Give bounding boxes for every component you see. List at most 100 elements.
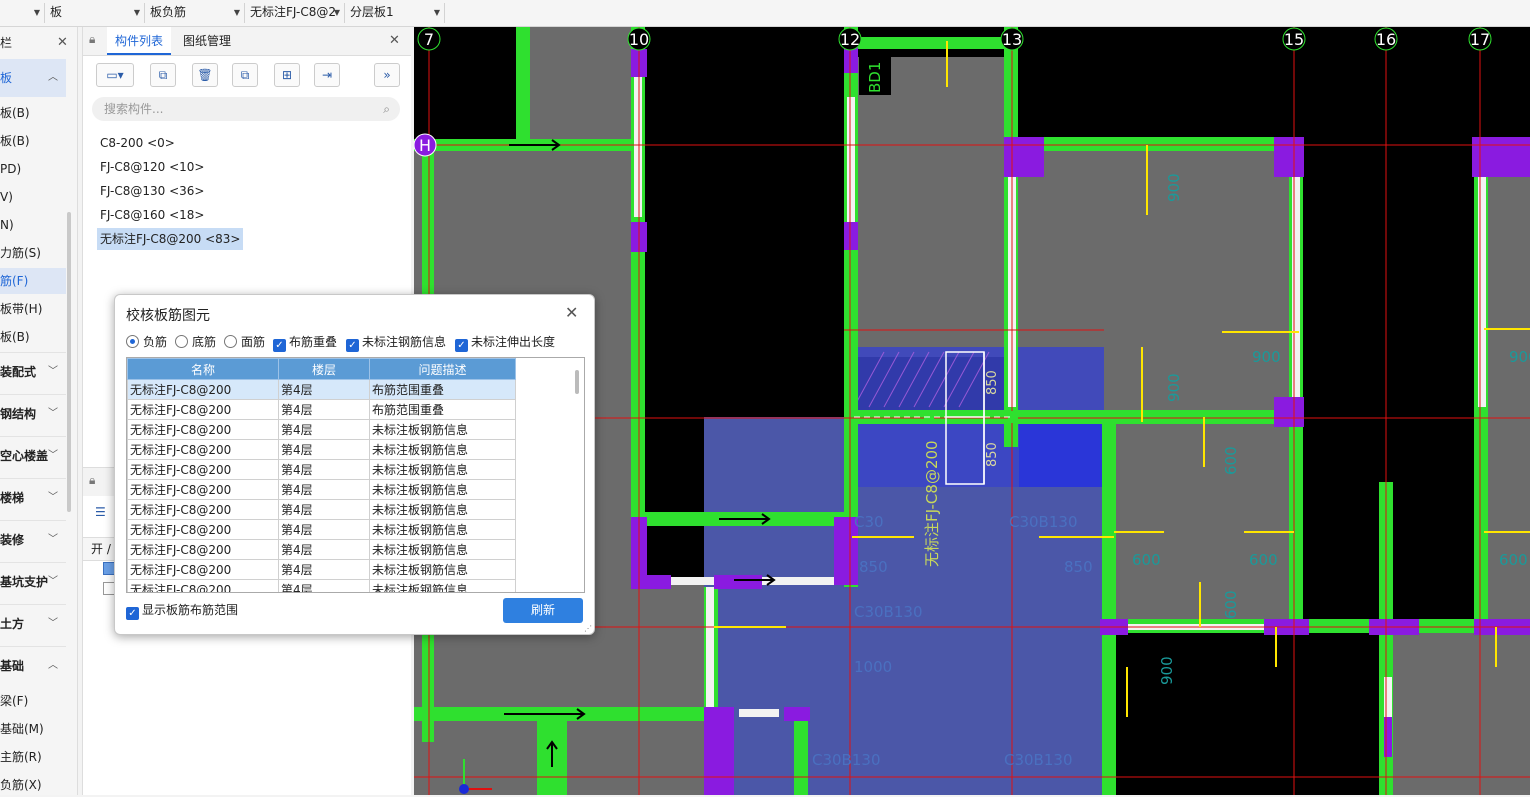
combo-element-type[interactable]: 板 ▼ <box>46 2 144 23</box>
cell-name: 无标注FJ-C8@200 <box>127 559 279 580</box>
refresh-button[interactable]: 刷新 <box>503 598 583 623</box>
nav-item-negative-rebar[interactable]: 筋(F) <box>0 268 66 294</box>
table-row[interactable]: 无标注FJ-C8@200 第4层 布筋范围重叠 <box>127 399 516 420</box>
table-row[interactable]: 无标注FJ-C8@200 第4层 布筋范围重叠 <box>127 379 516 400</box>
chevron-down-icon: ▼ <box>333 8 340 17</box>
nav-item[interactable]: 负筋(X) <box>0 772 42 795</box>
table-row[interactable]: 无标注FJ-C8@200 第4层 未标注板钢筋信息 <box>127 459 516 480</box>
resize-grip-icon[interactable]: ⋰ <box>584 624 592 633</box>
search-input[interactable]: 搜索构件... ⌕ <box>92 97 400 121</box>
slab-label: C30 <box>854 513 884 531</box>
close-icon[interactable]: ✕ <box>57 30 68 56</box>
nav-item[interactable]: 基础(M) <box>0 716 44 742</box>
nav-group[interactable]: 装配式 ﹀ <box>0 352 66 391</box>
table-row[interactable]: 无标注FJ-C8@200 第4层 未标注板钢筋信息 <box>127 499 516 520</box>
column-name[interactable]: 名称 <box>127 358 279 380</box>
radio-negative-rebar[interactable]: 负筋 <box>126 333 167 351</box>
nav-group-label: 装配式 <box>0 365 37 379</box>
lock-icon[interactable]: 🔒︎ <box>89 32 95 47</box>
nav-group[interactable]: 土方 ﹀ <box>0 604 66 643</box>
slab <box>854 57 1012 357</box>
nav-group[interactable]: 楼梯 ﹀ <box>0 478 66 517</box>
nav-header: 栏 ✕ <box>0 30 70 56</box>
cell-issue: 未标注板钢筋信息 <box>369 439 516 460</box>
nav-group[interactable]: 钢结构 ﹀ <box>0 394 66 433</box>
import-button[interactable]: ⊞ <box>274 63 300 87</box>
search-icon: ⌕ <box>383 102 390 116</box>
tab-drawing-management[interactable]: 图纸管理 <box>183 27 253 55</box>
combo-subtype[interactable]: 板负筋 ▼ <box>146 2 244 23</box>
checkbox-unlabeled-info[interactable]: ✓ 未标注钢筋信息 <box>346 333 446 352</box>
nav-item[interactable]: PD) <box>0 156 21 182</box>
more-button[interactable]: » <box>374 63 400 87</box>
checkbox-overlap[interactable]: ✓ 布筋重叠 <box>273 333 338 352</box>
list-item[interactable]: FJ-C8@120 <10> <box>97 156 207 178</box>
bd1-label: BD1 <box>866 62 884 93</box>
cell-name: 无标注FJ-C8@200 <box>127 459 279 480</box>
chevron-up-icon: ︿ <box>48 660 58 671</box>
column <box>714 575 762 589</box>
table-row[interactable]: 无标注FJ-C8@200 第4层 未标注板钢筋信息 <box>127 479 516 500</box>
checkbox-show-range[interactable]: ✓ 显示板筋布筋范围 <box>126 601 238 620</box>
nav-group[interactable]: 基坑支护 ﹀ <box>0 562 66 601</box>
nav-item[interactable]: V) <box>0 184 13 210</box>
scrollbar[interactable] <box>67 212 71 512</box>
nav-item[interactable]: 板(B) <box>0 128 30 154</box>
nav-group[interactable]: 空心楼盖 ﹀ <box>0 436 66 475</box>
layer-copy-button[interactable]: ⧉ <box>232 63 258 87</box>
nav-item[interactable]: 板带(H) <box>0 296 42 322</box>
close-icon[interactable]: ✕ <box>565 303 578 322</box>
scrollbar[interactable] <box>575 370 579 394</box>
combo-layer[interactable]: 分层板1 ▼ <box>346 2 444 23</box>
table-row[interactable]: 无标注FJ-C8@200 第4层 未标注板钢筋信息 <box>127 559 516 580</box>
combo-component[interactable]: 无标注FJ-C8@2 ▼ <box>246 2 344 23</box>
checkbox-unlabeled-length[interactable]: ✓ 未标注伸出长度 <box>455 333 555 352</box>
column <box>704 707 734 795</box>
nav-group-plate[interactable]: 板 ︿ <box>0 59 66 97</box>
radio-label: 面筋 <box>241 335 266 349</box>
table-row[interactable]: 无标注FJ-C8@200 第4层 未标注板钢筋信息 <box>127 579 516 592</box>
radio-top-rebar[interactable]: 面筋 <box>224 333 265 351</box>
chevron-down-icon: ﹀ <box>48 534 58 545</box>
nav-item[interactable]: 梁(F) <box>0 688 28 714</box>
list-item-selected[interactable]: 无标注FJ-C8@200 <83> <box>97 228 244 250</box>
cell-name: 无标注FJ-C8@200 <box>127 399 279 420</box>
copy-button[interactable]: ⧉ <box>150 63 176 87</box>
panel-toolbar: ▭▾ ⧉ 🗑︎ ⧉ ⊞ ⇥ » <box>83 57 411 93</box>
list-item[interactable]: FJ-C8@160 <18> <box>97 204 207 226</box>
close-icon[interactable]: ✕ <box>389 33 400 48</box>
column <box>1004 137 1044 177</box>
layer-copy-icon: ⧉ <box>240 68 250 82</box>
checkmark-icon: ✓ <box>346 339 359 352</box>
combo-category[interactable]: ▼ <box>0 2 44 23</box>
lock-icon[interactable]: 🔒︎ <box>89 473 95 488</box>
import-icon: ⊞ <box>281 68 293 82</box>
nav-group[interactable]: 基础 ︿ <box>0 646 66 685</box>
nav-item[interactable]: 力筋(S) <box>0 240 41 266</box>
dimension-600: 600 <box>1249 551 1278 569</box>
radio-bottom-rebar[interactable]: 底筋 <box>175 333 216 351</box>
tab-component-list[interactable]: 构件列表 <box>107 27 171 55</box>
issues-table: 名称 楼层 问题描述 无标注FJ-C8@200 第4层 布筋范围重叠 无标注FJ-C8… <box>126 357 585 593</box>
checkbox-label: 显示板筋布筋范围 <box>142 603 239 617</box>
nav-item[interactable]: N) <box>0 212 14 238</box>
nav-item[interactable]: 板(B) <box>0 100 30 126</box>
new-component-button[interactable]: ▭▾ <box>96 63 134 87</box>
export-button[interactable]: ⇥ <box>314 63 340 87</box>
column-issue[interactable]: 问题描述 <box>369 358 516 380</box>
list-item[interactable]: FJ-C8@130 <36> <box>97 180 207 202</box>
nav-group[interactable]: 装修 ﹀ <box>0 520 66 559</box>
nav-group-label: 楼梯 <box>0 491 25 505</box>
delete-button[interactable]: 🗑︎ <box>192 63 218 87</box>
table-row[interactable]: 无标注FJ-C8@200 第4层 未标注板钢筋信息 <box>127 519 516 540</box>
dimension-850: 850 <box>985 442 1000 467</box>
table-row[interactable]: 无标注FJ-C8@200 第4层 未标注板钢筋信息 <box>127 439 516 460</box>
table-row[interactable]: 无标注FJ-C8@200 第4层 未标注板钢筋信息 <box>127 419 516 440</box>
checkbox-label: 布筋重叠 <box>289 335 338 349</box>
column-floor[interactable]: 楼层 <box>278 358 370 380</box>
cell-floor: 第4层 <box>278 479 370 500</box>
nav-item[interactable]: 板(B) <box>0 324 30 350</box>
table-row[interactable]: 无标注FJ-C8@200 第4层 未标注板钢筋信息 <box>127 539 516 560</box>
nav-item[interactable]: 主筋(R) <box>0 744 42 770</box>
list-item[interactable]: C8-200 <0> <box>97 132 178 154</box>
